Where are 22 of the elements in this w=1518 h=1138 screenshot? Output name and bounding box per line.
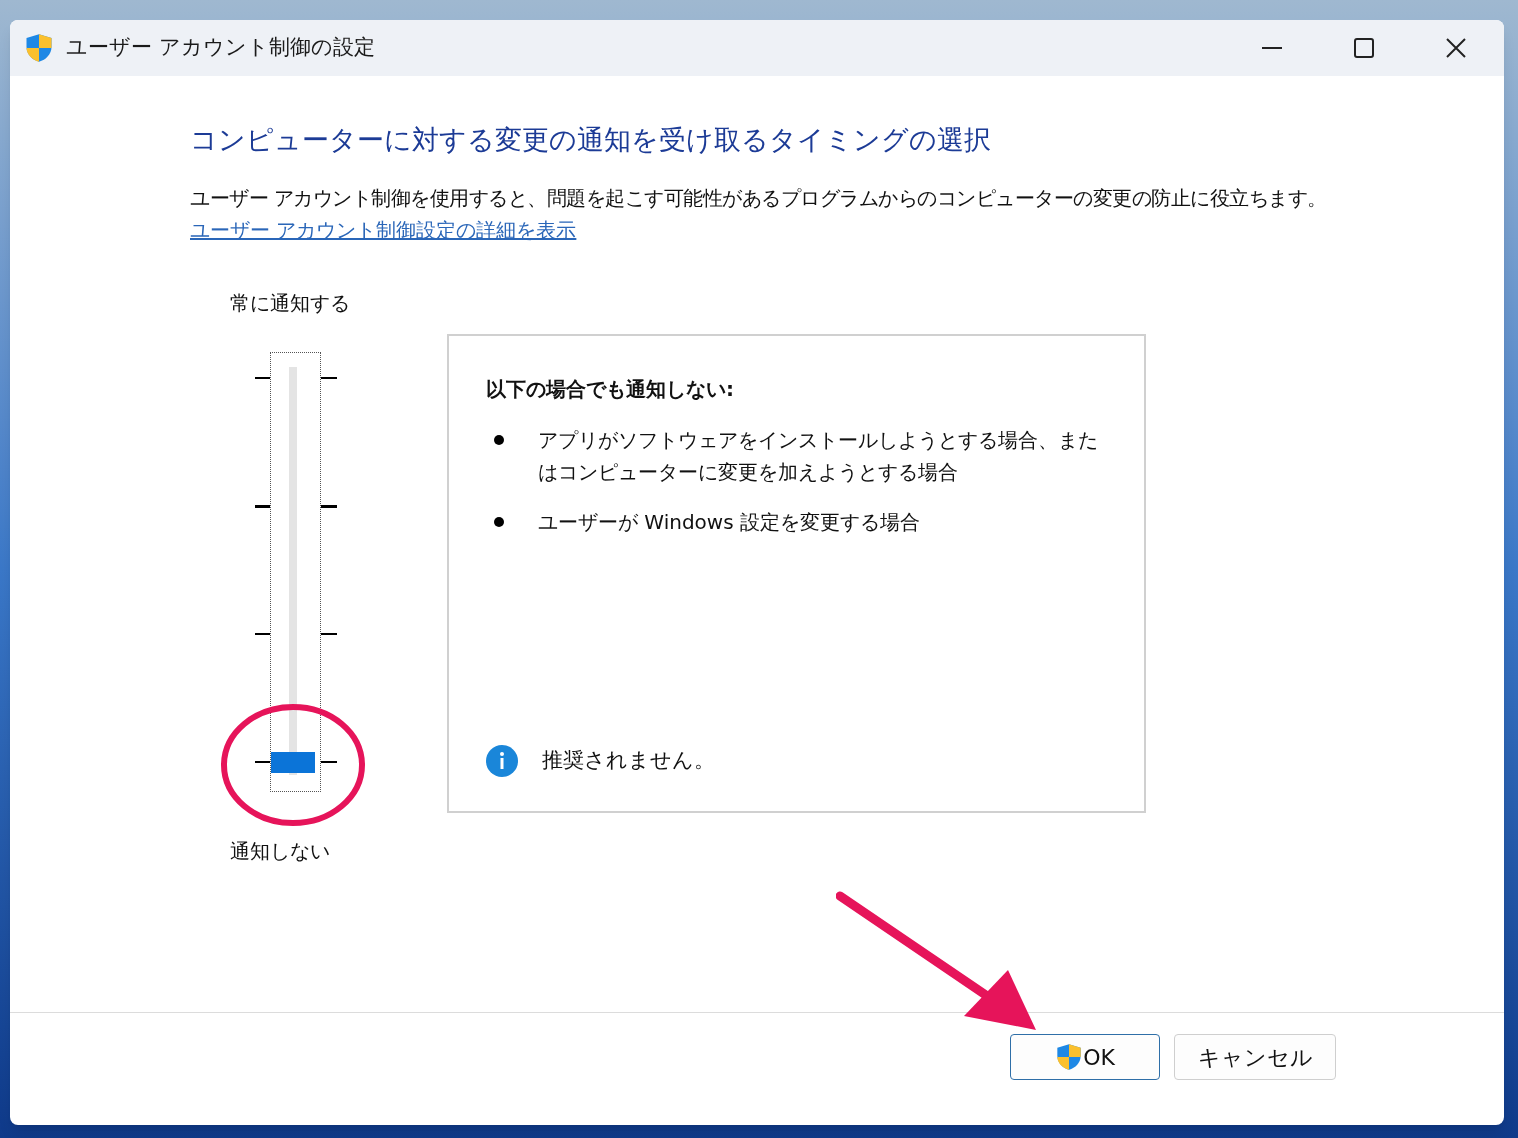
bullet-icon <box>494 435 504 445</box>
panel-title: 以下の場合でも通知しない: <box>486 376 735 403</box>
page-heading: コンピューターに対する変更の通知を受け取るタイミングの選択 <box>190 123 992 157</box>
description-text: ユーザー アカウント制御を使用すると、問題を起こす可能性があるプログラムからのコンピューターの変更の防止に役立ちます。 <box>190 185 1328 212</box>
warning-note: 推奨されません。 <box>542 747 715 775</box>
close-icon <box>1446 38 1466 58</box>
shield-icon <box>24 33 54 63</box>
ok-button[interactable]: OK <box>1010 1034 1160 1080</box>
window-title: ユーザー アカウント制御の設定 <box>66 34 375 62</box>
bullet-icon <box>494 517 504 527</box>
slider-bottom-label: 通知しない <box>230 838 331 865</box>
bullet-text: ユーザーが Windows 設定を変更する場合 <box>538 509 921 536</box>
maximize-icon <box>1354 38 1374 58</box>
bullet-text: アプリがソフトウェアをインストールしようとする場合、またはコンピューターに変更を加えようとする場合 <box>538 427 1098 486</box>
slider-top-label: 常に通知する <box>230 290 351 317</box>
notification-slider[interactable] <box>255 352 337 792</box>
details-link[interactable]: ユーザー アカウント制御設定の詳細を表示 <box>190 214 577 246</box>
cancel-button[interactable]: キャンセル <box>1174 1034 1336 1080</box>
info-icon <box>486 745 518 777</box>
slider-thumb[interactable] <box>271 752 315 773</box>
shield-icon <box>1055 1043 1084 1071</box>
minimize-icon <box>1262 47 1282 49</box>
